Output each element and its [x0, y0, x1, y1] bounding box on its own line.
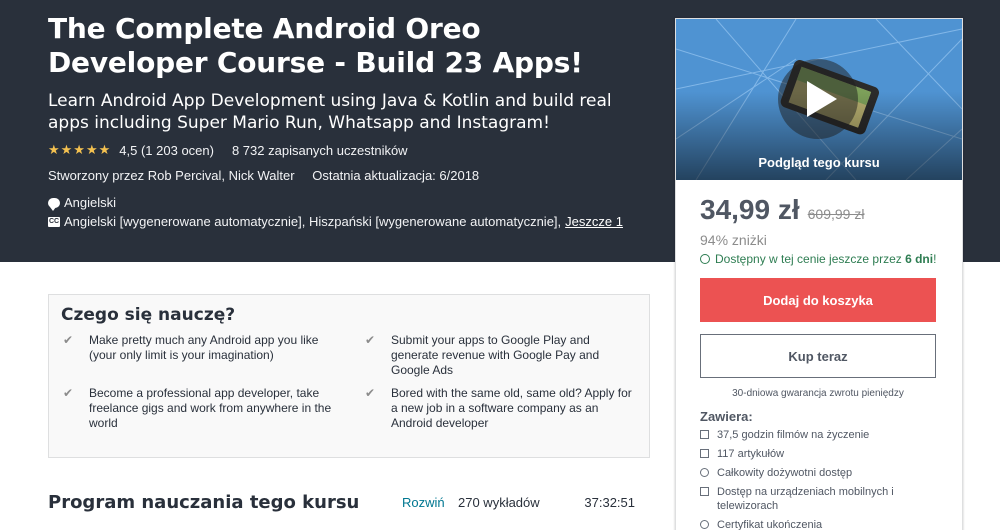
- includes-title: Zawiera:: [700, 409, 753, 424]
- course-preview[interactable]: Podgląd tego kursu: [676, 19, 962, 180]
- captions-languages: Angielski [wygenerowane automatycznie], …: [64, 214, 562, 229]
- learn-item-text: Bored with the same old, same old? Apply…: [391, 386, 632, 430]
- check-icon: ✔: [365, 333, 376, 347]
- add-to-cart-button[interactable]: Dodaj do koszyka: [700, 278, 936, 322]
- rating-stars-icon: ★★★★★: [48, 142, 112, 157]
- money-back-guarantee: 30-dniowa gwarancja zwrotu pieniędzy: [732, 388, 904, 399]
- mobile-icon: [700, 487, 709, 496]
- course-language: Angielski: [64, 195, 117, 210]
- buy-now-button[interactable]: Kup teraz: [700, 334, 936, 378]
- lecture-count: 270 wykładów: [458, 495, 540, 510]
- rating-text[interactable]: 4,5 (1 203 ocen): [119, 143, 214, 158]
- check-icon: ✔: [63, 386, 74, 400]
- includes-item: 117 artykułów: [700, 447, 938, 461]
- learn-item: ✔ Become a professional app developer, t…: [61, 386, 335, 431]
- discount-percent: 94% zniżki: [700, 232, 767, 248]
- certificate-icon: [700, 520, 709, 529]
- includes-item-text: 37,5 godzin filmów na życzenie: [717, 429, 870, 441]
- article-icon: [700, 449, 709, 458]
- current-price: 34,99 zł: [700, 194, 800, 225]
- course-title: The Complete Android Oreo Developer Cour…: [48, 12, 583, 79]
- learn-items: ✔ Make pretty much any Android app you l…: [61, 333, 637, 439]
- closed-captions-icon: CC: [48, 216, 60, 227]
- rating-row: ★★★★★ 4,5 (1 203 ocen) 8 732 zapisanych …: [48, 142, 648, 158]
- video-icon: [700, 430, 709, 439]
- learn-item: ✔ Submit your apps to Google Play and ge…: [363, 333, 637, 378]
- learn-item-text: Submit your apps to Google Play and gene…: [391, 333, 600, 377]
- includes-item: 37,5 godzin filmów na życzenie: [700, 428, 938, 442]
- offer-days: 6 dni: [905, 252, 934, 266]
- learn-item-text: Become a professional app developer, tak…: [89, 386, 332, 430]
- curriculum-header: Program nauczania tego kursu Rozwiń 270 …: [48, 492, 638, 513]
- check-icon: ✔: [365, 386, 376, 400]
- offer-prefix: Dostępny w tej cenie jeszcze przez: [715, 252, 902, 266]
- clock-icon: [700, 254, 710, 264]
- course-header-content: The Complete Android Oreo Developer Cour…: [48, 12, 648, 229]
- course-subtitle: Learn Android App Development using Java…: [48, 91, 612, 133]
- expand-all-link[interactable]: Rozwiń: [402, 495, 458, 510]
- created-by[interactable]: Stworzony przez Rob Percival, Nick Walte…: [48, 168, 295, 183]
- students-count: 8 732 zapisanych uczestników: [231, 142, 408, 158]
- includes-item-text: Certyfikat ukończenia: [717, 519, 823, 530]
- language-row: Angielski: [48, 195, 648, 211]
- price-row: 34,99 zł 609,99 zł: [700, 194, 938, 226]
- includes-list: 37,5 godzin filmów na życzenie 117 artyk…: [700, 428, 938, 530]
- purchase-sidebar: Podgląd tego kursu 34,99 zł 609,99 zł 94…: [675, 18, 963, 530]
- includes-item-text: Całkowity dożywotni dostęp: [717, 467, 853, 479]
- preview-label[interactable]: Podgląd tego kursu: [676, 155, 962, 170]
- check-icon: ✔: [63, 333, 74, 347]
- learn-item: ✔ Make pretty much any Android app you l…: [61, 333, 335, 378]
- speech-bubble-icon: [48, 197, 60, 211]
- offer-deadline: Dostępny w tej cenie jeszcze przez 6 dni…: [700, 252, 938, 266]
- captions-more-link[interactable]: Jeszcze 1: [565, 214, 623, 229]
- price-box: 34,99 zł 609,99 zł 94% zniżki Dostępny w…: [676, 180, 962, 530]
- play-icon[interactable]: [807, 81, 837, 117]
- includes-item: Dostęp na urządzeniach mobilnych i telew…: [700, 485, 938, 513]
- captions-row: CC Angielski [wygenerowane automatycznie…: [48, 214, 648, 229]
- learn-item: ✔ Bored with the same old, same old? App…: [363, 386, 637, 431]
- includes-item-text: Dostęp na urządzeniach mobilnych i telew…: [717, 486, 894, 512]
- offer-suffix: !: [933, 252, 937, 266]
- curriculum-title: Program nauczania tego kursu: [48, 492, 360, 513]
- total-duration: 37:32:51: [584, 495, 635, 510]
- includes-item-text: 117 artykułów: [717, 448, 785, 460]
- last-update: Ostatnia aktualizacja: 6/2018: [312, 168, 480, 183]
- learn-item-text: Make pretty much any Android app you lik…: [89, 333, 319, 362]
- learn-title: Czego się nauczę?: [61, 305, 236, 325]
- includes-item: Całkowity dożywotni dostęp: [700, 466, 938, 480]
- what-you-will-learn: Czego się nauczę? ✔ Make pretty much any…: [48, 294, 650, 458]
- original-price: 609,99 zł: [807, 206, 865, 222]
- infinity-icon: [700, 468, 709, 477]
- creator-row: Stworzony przez Rob Percival, Nick Walte…: [48, 168, 648, 183]
- includes-item: Certyfikat ukończenia: [700, 518, 938, 530]
